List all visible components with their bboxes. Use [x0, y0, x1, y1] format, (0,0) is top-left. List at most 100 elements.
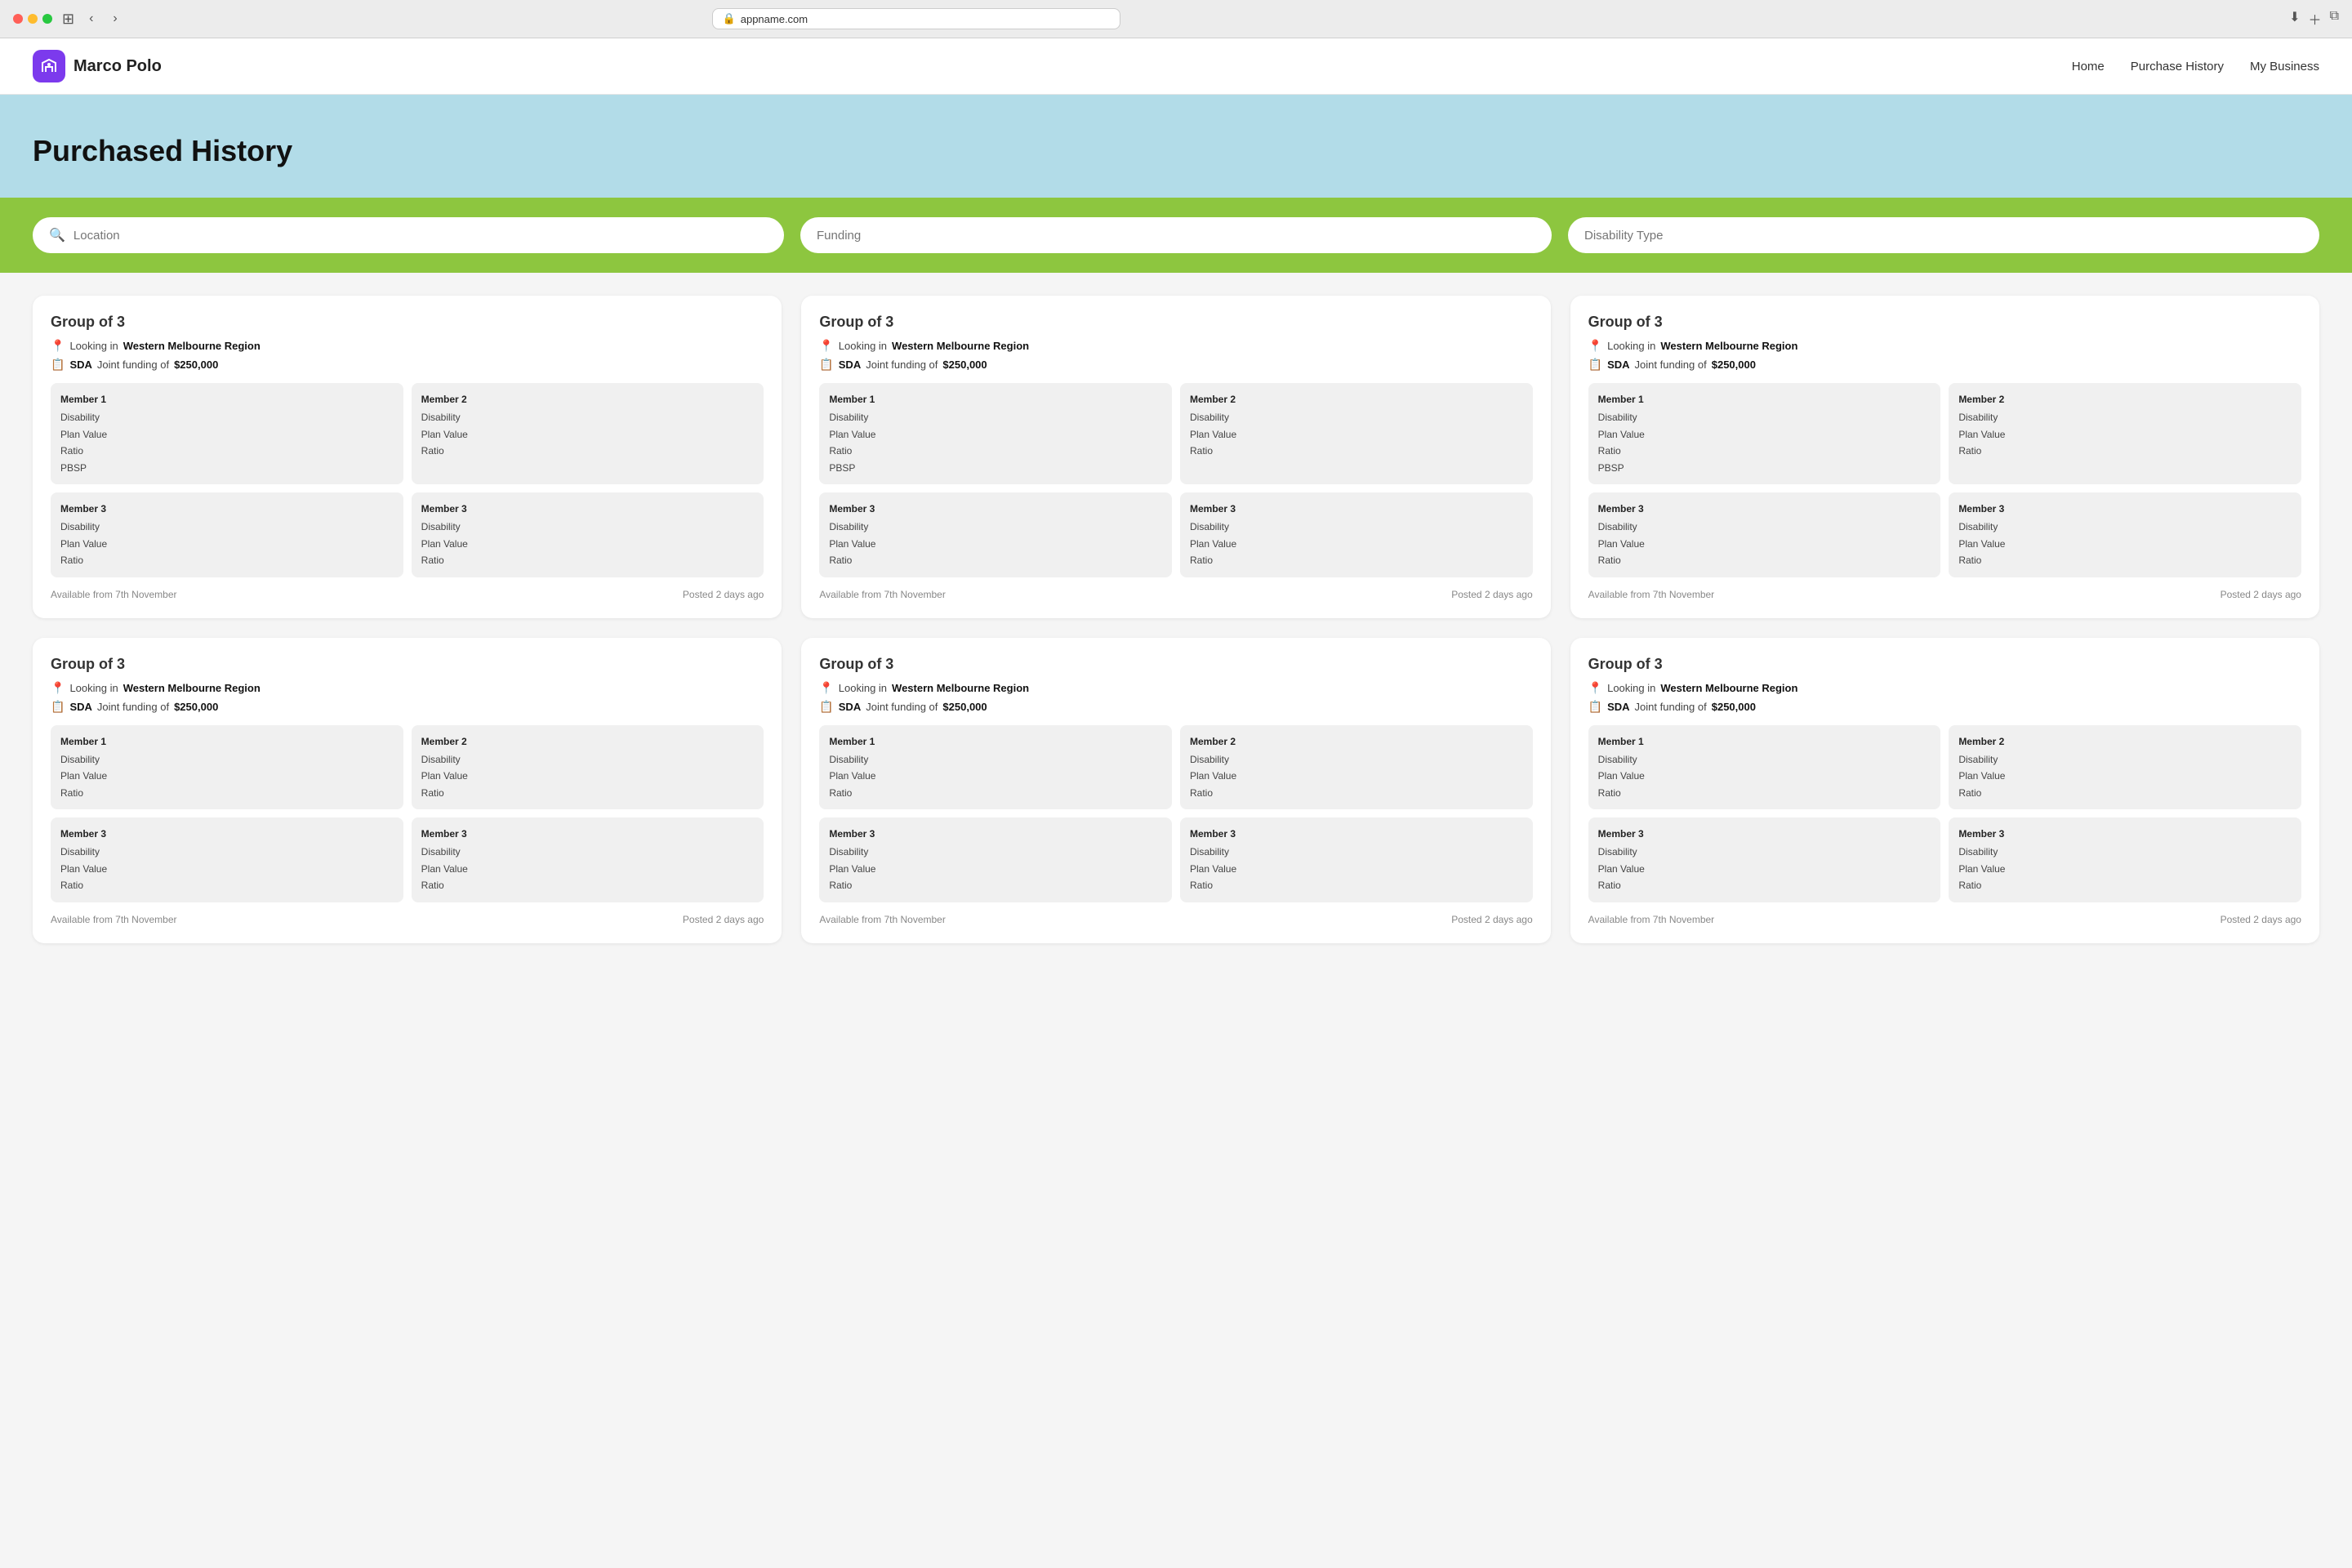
member-line: Plan Value: [1598, 768, 1931, 784]
card-location: 📍 Looking in Western Melbourne Region: [51, 339, 764, 353]
member-line: Ratio: [421, 552, 755, 568]
funding-amount: $250,000: [942, 701, 987, 713]
card-1[interactable]: Group of 3 📍 Looking in Western Melbourn…: [801, 296, 1550, 618]
funding-search-field[interactable]: [800, 217, 1552, 253]
member-label: Member 3: [829, 501, 1162, 517]
member-label: Member 2: [1190, 391, 1523, 408]
disability-search-field[interactable]: [1568, 217, 2319, 253]
close-window-button[interactable]: [13, 14, 23, 24]
tabs-icon[interactable]: ⧉: [2330, 9, 2339, 29]
available-date: Available from 7th November: [51, 589, 177, 600]
funding-type: SDA: [69, 359, 91, 371]
member-line: Ratio: [1190, 443, 1523, 459]
card-funding: 📋 SDA Joint funding of $250,000: [819, 700, 1532, 714]
member-line: Ratio: [1190, 877, 1523, 893]
member-line: Plan Value: [421, 536, 755, 552]
nav-home[interactable]: Home: [2072, 60, 2105, 74]
member-box-2-0: Member 1 DisabilityPlan ValueRatioPBSP: [1588, 383, 1941, 484]
sidebar-toggle-icon[interactable]: ⊞: [62, 11, 74, 28]
card-location: 📍 Looking in Western Melbourne Region: [1588, 339, 2301, 353]
funding-input[interactable]: [817, 229, 1535, 243]
member-box-5-3: Member 3 DisabilityPlan ValueRatio: [1949, 817, 2301, 902]
location-value: Western Melbourne Region: [1660, 682, 1797, 694]
member-line: Disability: [421, 844, 755, 860]
minimize-window-button[interactable]: [28, 14, 38, 24]
member-line: Disability: [421, 519, 755, 535]
card-title: Group of 3: [51, 314, 764, 331]
location-icon: 📍: [1588, 681, 1602, 695]
location-search-field[interactable]: 🔍: [33, 217, 784, 253]
location-icon: 📍: [1588, 339, 1602, 353]
member-line: Ratio: [1598, 443, 1931, 459]
member-box-5-1: Member 2 DisabilityPlan ValueRatio: [1949, 725, 2301, 810]
member-line: Ratio: [60, 443, 394, 459]
card-3[interactable]: Group of 3 📍 Looking in Western Melbourn…: [33, 638, 782, 943]
members-grid: Member 1 DisabilityPlan ValueRatio Membe…: [1588, 725, 2301, 902]
app-header: Marco Polo Home Purchase History My Busi…: [0, 38, 2352, 95]
member-line: Plan Value: [421, 768, 755, 784]
disability-input[interactable]: [1584, 229, 2303, 243]
member-line: PBSP: [60, 460, 394, 476]
member-line: PBSP: [829, 460, 1162, 476]
member-label: Member 2: [1958, 733, 2292, 750]
looking-in-label: Looking in: [1607, 340, 1655, 352]
funding-icon: 📋: [819, 700, 833, 714]
member-label: Member 3: [1958, 826, 2292, 842]
looking-in-label: Looking in: [839, 682, 887, 694]
location-input[interactable]: [74, 229, 768, 243]
member-box-5-2: Member 3 DisabilityPlan ValueRatio: [1588, 817, 1941, 902]
member-line: Plan Value: [829, 536, 1162, 552]
new-tab-icon[interactable]: ＋: [2309, 9, 2322, 29]
nav-my-business[interactable]: My Business: [2250, 60, 2319, 74]
funding-icon: 📋: [1588, 358, 1602, 372]
card-4[interactable]: Group of 3 📍 Looking in Western Melbourn…: [801, 638, 1550, 943]
location-value: Western Melbourne Region: [123, 682, 261, 694]
card-0[interactable]: Group of 3 📍 Looking in Western Melbourn…: [33, 296, 782, 618]
member-line: Plan Value: [1598, 536, 1931, 552]
download-icon[interactable]: ⬇: [2289, 9, 2300, 29]
member-line: Disability: [1958, 409, 2292, 425]
members-grid: Member 1 DisabilityPlan ValueRatio Membe…: [819, 725, 1532, 902]
logo: Marco Polo: [33, 50, 162, 82]
member-line: Ratio: [829, 785, 1162, 801]
card-2[interactable]: Group of 3 📍 Looking in Western Melbourn…: [1570, 296, 2319, 618]
browser-actions: ⬇ ＋ ⧉: [2289, 9, 2339, 29]
nav-purchase-history[interactable]: Purchase History: [2131, 60, 2224, 74]
maximize-window-button[interactable]: [42, 14, 52, 24]
member-line: Disability: [60, 751, 394, 768]
member-label: Member 2: [1190, 733, 1523, 750]
member-label: Member 3: [60, 826, 394, 842]
card-footer: Available from 7th November Posted 2 day…: [1588, 914, 2301, 925]
page-title: Purchased History: [33, 134, 2319, 168]
member-box-5-0: Member 1 DisabilityPlan ValueRatio: [1588, 725, 1941, 810]
member-line: Plan Value: [1958, 426, 2292, 443]
member-line: Ratio: [60, 552, 394, 568]
funding-label: Joint funding of: [1635, 359, 1707, 371]
member-line: Disability: [829, 519, 1162, 535]
forward-button[interactable]: ›: [108, 10, 122, 28]
member-line: Disability: [421, 751, 755, 768]
member-line: Disability: [1190, 409, 1523, 425]
card-title: Group of 3: [51, 656, 764, 673]
member-line: Disability: [1598, 844, 1931, 860]
looking-in-label: Looking in: [69, 340, 118, 352]
funding-amount: $250,000: [1712, 701, 1756, 713]
members-grid: Member 1 DisabilityPlan ValueRatioPBSP M…: [819, 383, 1532, 577]
funding-icon: 📋: [51, 700, 65, 714]
funding-type: SDA: [839, 701, 861, 713]
funding-icon: 📋: [51, 358, 65, 372]
card-5[interactable]: Group of 3 📍 Looking in Western Melbourn…: [1570, 638, 2319, 943]
back-button[interactable]: ‹: [84, 10, 98, 28]
member-line: Plan Value: [1190, 861, 1523, 877]
main-nav: Home Purchase History My Business: [2072, 60, 2319, 74]
member-label: Member 3: [421, 501, 755, 517]
member-line: Ratio: [60, 785, 394, 801]
member-line: Disability: [829, 844, 1162, 860]
member-label: Member 1: [1598, 391, 1931, 408]
card-funding: 📋 SDA Joint funding of $250,000: [51, 358, 764, 372]
funding-label: Joint funding of: [866, 359, 938, 371]
member-label: Member 3: [1598, 826, 1931, 842]
address-bar[interactable]: 🔒 appname.com: [712, 8, 1120, 29]
member-line: Ratio: [829, 877, 1162, 893]
member-box-3-1: Member 2 DisabilityPlan ValueRatio: [412, 725, 764, 810]
